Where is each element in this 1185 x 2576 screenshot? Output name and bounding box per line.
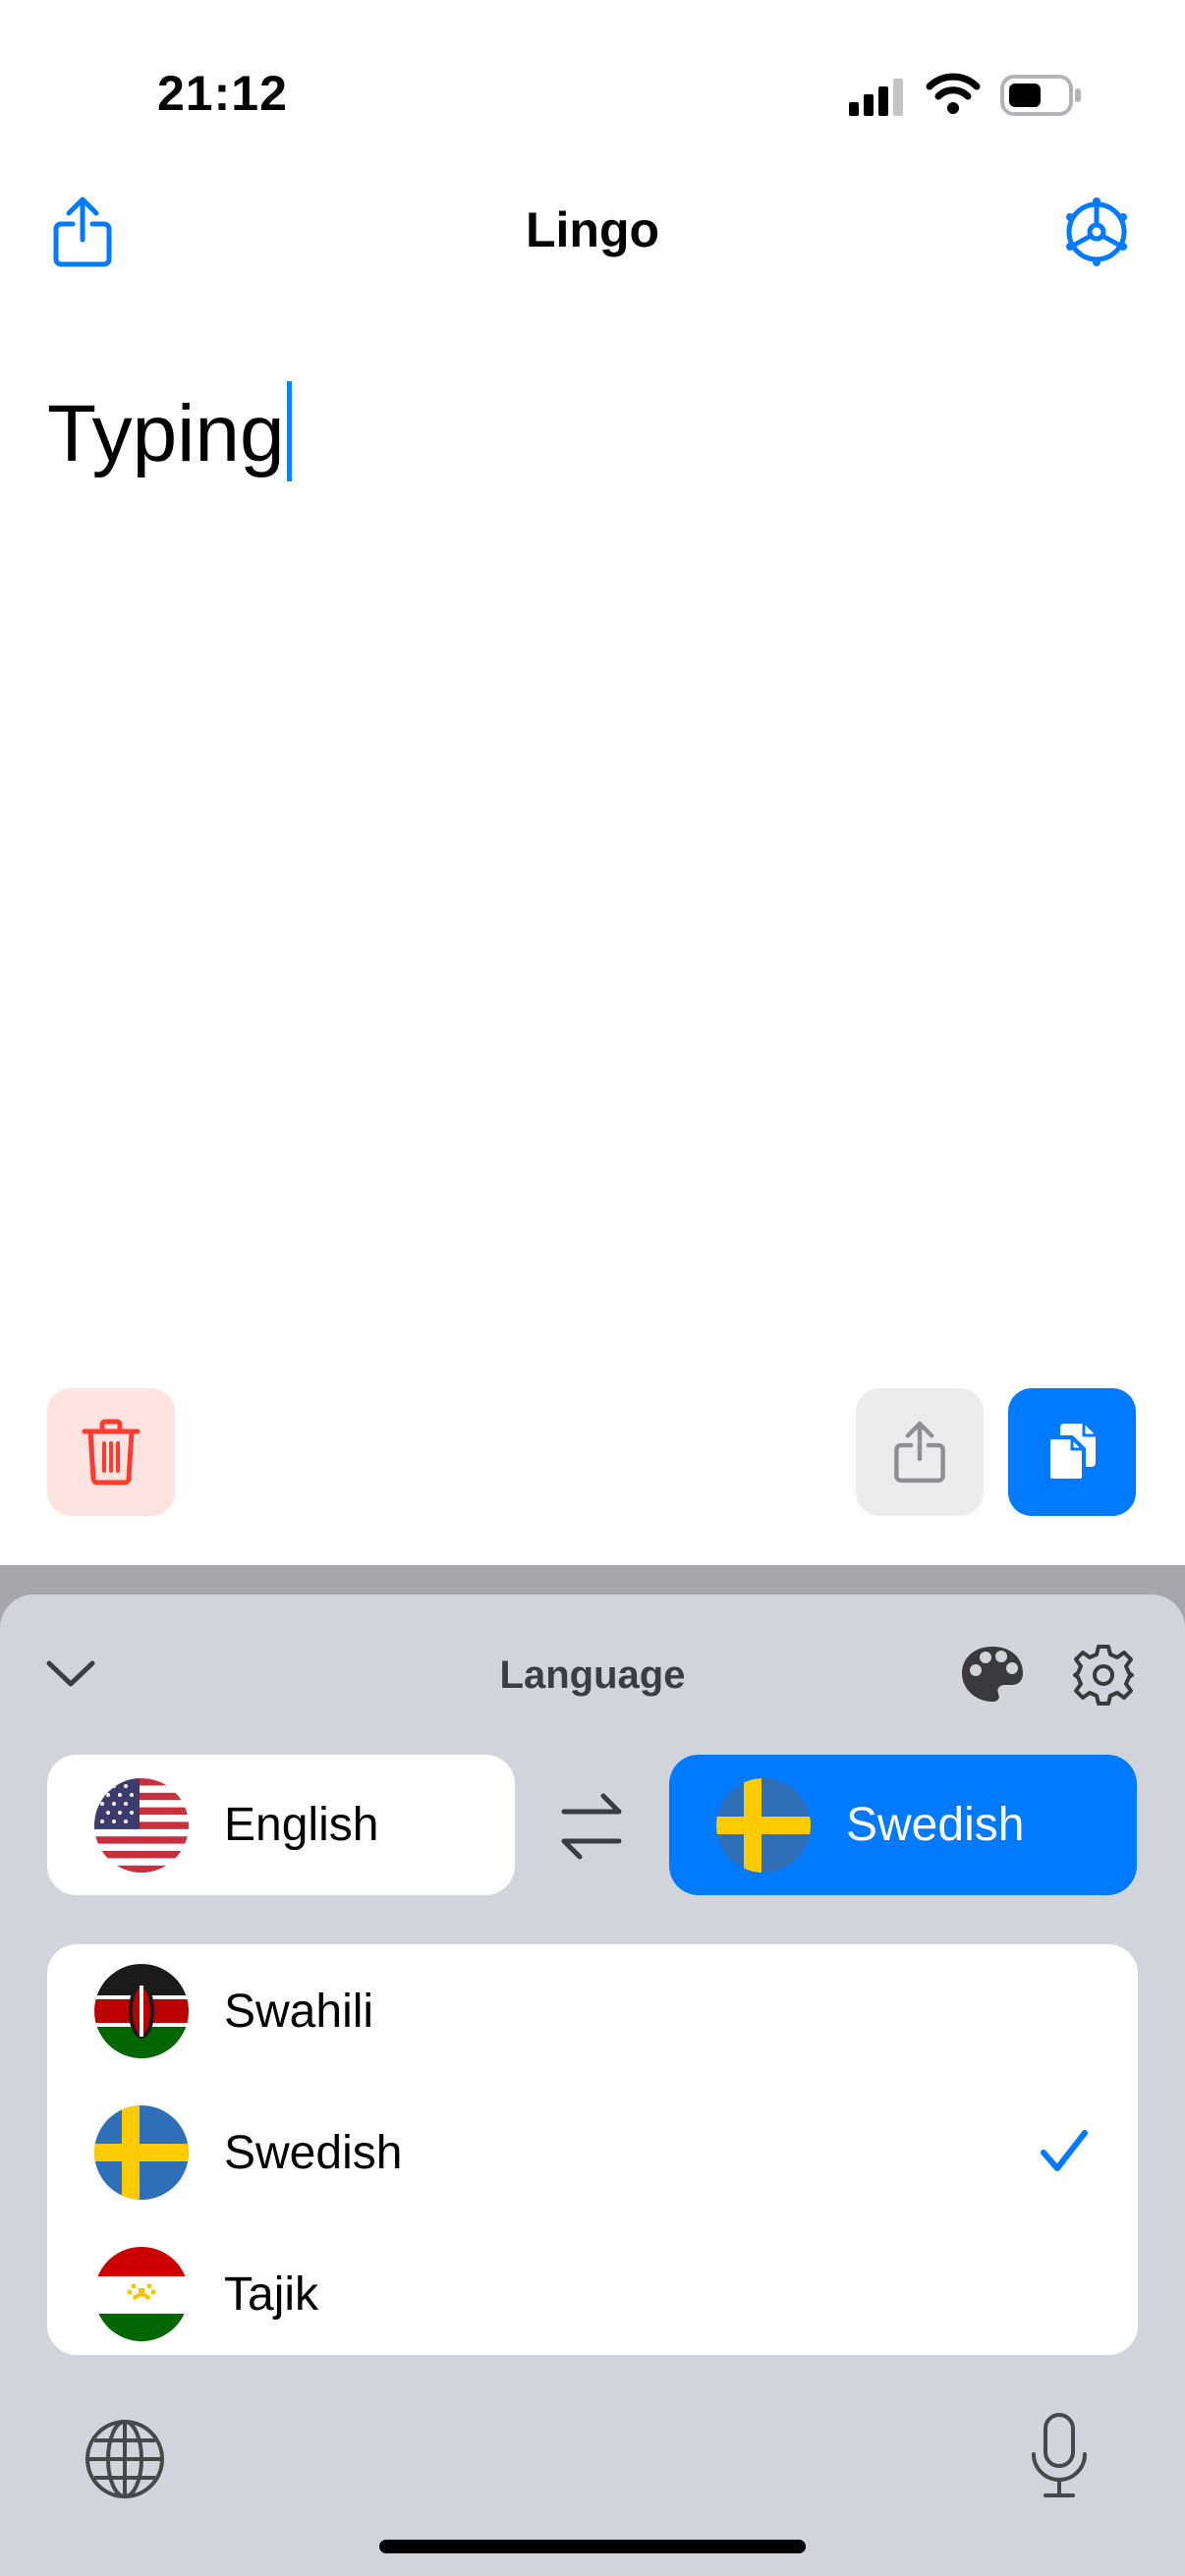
wifi-icon: [926, 71, 981, 121]
source-language-button[interactable]: English: [47, 1755, 515, 1895]
globe-button[interactable]: [83, 2417, 167, 2506]
settings-wheel-icon: [1066, 197, 1127, 266]
language-list: Swahili Swedish Tajik: [47, 1944, 1138, 2355]
globe-icon: [85, 2420, 164, 2498]
trash-icon: [82, 1419, 141, 1485]
target-language-label: Swedish: [846, 1799, 1025, 1851]
sweden-flag-icon: [716, 1777, 811, 1873]
swap-languages-button[interactable]: [556, 1790, 627, 1868]
swap-arrows-icon: [561, 1793, 622, 1860]
gear-icon: [1073, 1645, 1134, 1706]
language-option-label: Swahili: [224, 1985, 374, 2038]
copy-button[interactable]: [1008, 1388, 1136, 1516]
settings-button[interactable]: [1071, 1643, 1136, 1712]
delete-button[interactable]: [47, 1388, 175, 1516]
language-option-label: Swedish: [224, 2126, 403, 2179]
language-option-swahili[interactable]: Swahili: [47, 1944, 1138, 2082]
app-title: Lingo: [525, 202, 660, 257]
share-icon: [894, 1421, 945, 1484]
microphone-icon: [1032, 2413, 1087, 2497]
theme-button[interactable]: [959, 1644, 1026, 1709]
tajikistan-flag-icon: [94, 2247, 189, 2341]
language-option-swedish[interactable]: Swedish: [47, 2082, 1138, 2223]
checkmark-icon: [1041, 2130, 1088, 2171]
cellular-signal-icon: [849, 77, 908, 121]
battery-icon: [1000, 75, 1083, 121]
input-text: Typing: [47, 389, 285, 478]
translation-input[interactable]: Typing: [47, 381, 292, 489]
usa-flag-icon: [94, 1777, 189, 1873]
language-option-label: Tajik: [224, 2268, 319, 2321]
sweden-flag-icon: [94, 2105, 189, 2200]
text-cursor: [286, 381, 292, 482]
kenya-flag-icon: [94, 1964, 189, 2058]
copy-icon: [1046, 1424, 1096, 1483]
microphone-button[interactable]: [1028, 2411, 1091, 2506]
home-indicator: [379, 2540, 806, 2553]
status-time: 21:12: [157, 66, 288, 121]
palette-icon: [962, 1647, 1023, 1702]
language-option-tajik[interactable]: Tajik: [47, 2223, 1138, 2355]
target-language-button[interactable]: Swedish: [669, 1755, 1137, 1895]
source-language-label: English: [224, 1799, 379, 1851]
settings-wheel-button[interactable]: [1061, 196, 1132, 272]
share-result-button[interactable]: [856, 1388, 984, 1516]
